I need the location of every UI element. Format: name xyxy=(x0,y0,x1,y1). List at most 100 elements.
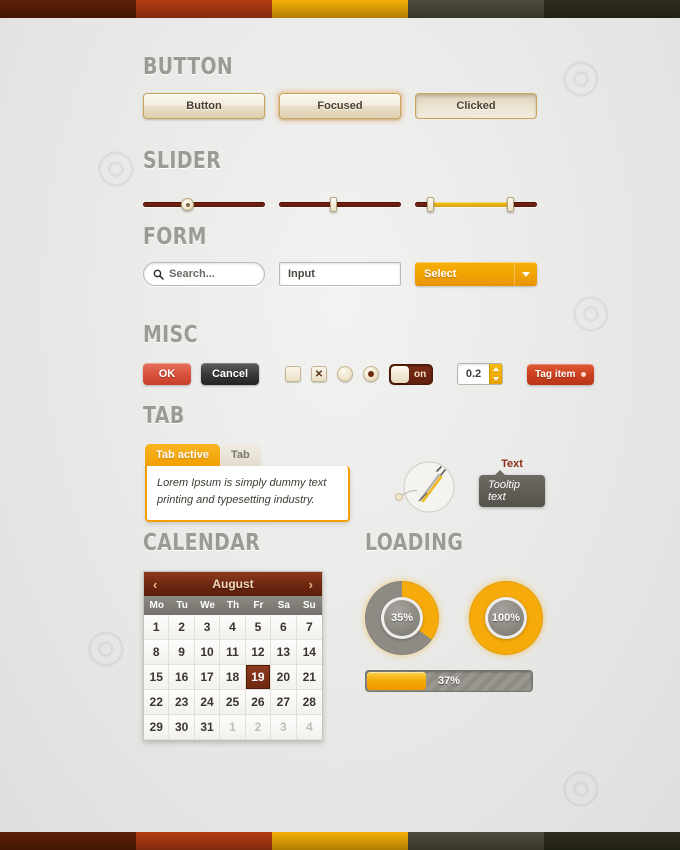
calendar-day[interactable]: 23 xyxy=(169,690,195,715)
calendar-day[interactable]: 21 xyxy=(296,665,322,690)
tab-body-line-2: printing and typesetting industry. xyxy=(157,494,315,507)
loading-rings: 35% 100% xyxy=(365,581,543,655)
calendar-day[interactable]: 14 xyxy=(296,640,322,665)
calendar-weekday: We xyxy=(200,600,215,611)
tools-illustration xyxy=(395,455,457,520)
calendar-day[interactable]: 12 xyxy=(245,640,272,665)
slider-handle-start[interactable] xyxy=(427,197,435,212)
button-clicked[interactable]: Clicked xyxy=(415,93,537,119)
palette-swatch xyxy=(408,832,544,850)
calendar-day[interactable]: 4 xyxy=(296,715,322,740)
calendar-next-icon[interactable]: › xyxy=(309,577,313,592)
calendar-day[interactable]: 3 xyxy=(194,615,221,640)
checkbox-checked[interactable]: ✕ xyxy=(311,366,327,382)
calendar-day[interactable]: 18 xyxy=(220,665,246,690)
calendar-day[interactable]: 26 xyxy=(245,690,272,715)
select-dropdown[interactable]: Select xyxy=(415,262,537,286)
slider-handle[interactable] xyxy=(180,198,194,211)
palette-swatch xyxy=(272,0,408,18)
calendar-day[interactable]: 17 xyxy=(194,665,221,690)
ok-button[interactable]: OK xyxy=(143,363,191,385)
calendar-day[interactable]: 16 xyxy=(169,665,195,690)
slider-single-square[interactable] xyxy=(279,197,401,212)
ring-label: 100% xyxy=(485,597,527,639)
calendar-day[interactable]: 28 xyxy=(296,690,322,715)
section-heading-form: FORM xyxy=(143,224,207,250)
calendar-day[interactable]: 10 xyxy=(194,640,221,665)
radio-dot xyxy=(368,371,374,377)
button-normal[interactable]: Button xyxy=(143,93,265,119)
calendar-day[interactable]: 5 xyxy=(245,615,272,640)
progress-bar: 37% xyxy=(365,670,533,692)
calendar-month-label: August xyxy=(212,577,254,591)
tooltip: Tooltip text xyxy=(479,470,545,507)
tag-item[interactable]: Tag item xyxy=(527,363,595,385)
calendar-day[interactable]: 24 xyxy=(194,690,221,715)
calendar-day[interactable]: 11 xyxy=(220,640,246,665)
calendar-day[interactable]: 1 xyxy=(144,615,170,640)
section-heading-calendar: CALENDAR xyxy=(143,530,261,556)
calendar-day[interactable]: 22 xyxy=(144,690,170,715)
calendar-weekday-row: Mo Tu We Th Fr Sa Su xyxy=(144,596,322,615)
calendar-weekday: Su xyxy=(302,600,316,611)
calendar-day[interactable]: 13 xyxy=(271,640,297,665)
number-stepper[interactable]: 0.2 xyxy=(457,363,503,385)
close-icon[interactable] xyxy=(581,371,587,377)
search-input[interactable]: Search... xyxy=(143,262,265,286)
progress-bar-fill xyxy=(367,672,427,690)
slider-handle[interactable] xyxy=(330,197,338,212)
calendar-day[interactable]: 1 xyxy=(220,715,246,740)
calendar-prev-icon[interactable]: ‹ xyxy=(153,577,157,592)
calendar-day[interactable]: 4 xyxy=(220,615,246,640)
tab-active[interactable]: Tab active xyxy=(145,444,220,466)
section-heading-button: BUTTON xyxy=(143,54,234,80)
slider-single-round[interactable] xyxy=(143,198,265,211)
calendar-day[interactable]: 30 xyxy=(169,715,195,740)
select-arrow-box[interactable] xyxy=(514,262,537,286)
cancel-button[interactable]: Cancel xyxy=(201,363,259,385)
slider-range[interactable] xyxy=(415,197,537,212)
calendar-day[interactable]: 25 xyxy=(220,690,246,715)
calendar-day[interactable]: 29 xyxy=(144,715,170,740)
calendar-day[interactable]: 31 xyxy=(194,715,221,740)
section-heading-tab: TAB xyxy=(143,403,185,429)
section-heading-loading: LOADING xyxy=(365,530,464,556)
calendar-day[interactable]: 6 xyxy=(271,615,297,640)
tab-inactive[interactable]: Tab xyxy=(220,444,261,466)
calendar-day[interactable]: 20 xyxy=(271,665,297,690)
toggle-label: on xyxy=(414,368,427,380)
stepper-value[interactable]: 0.2 xyxy=(458,368,489,380)
calendar-day[interactable]: 8 xyxy=(144,640,170,665)
slider-track[interactable] xyxy=(279,202,401,207)
chevron-down-icon[interactable] xyxy=(493,377,499,381)
toggle-switch-on[interactable]: on xyxy=(389,363,433,385)
calendar-day[interactable]: 15 xyxy=(144,665,170,690)
calendar-widget: ‹ August › Mo Tu We Th Fr Sa Su 1 2 3 4 5 6 7 8 9 10 11 1… xyxy=(143,571,323,741)
chevron-down-icon xyxy=(522,271,530,277)
tab-panel: Lorem Ipsum is simply dummy text printin… xyxy=(145,466,350,523)
color-palette-bottom xyxy=(0,832,680,850)
text-input[interactable]: Input xyxy=(279,262,401,286)
watermark: ◎ xyxy=(89,134,141,196)
chevron-up-icon[interactable] xyxy=(493,367,499,371)
ui-kit-page: ◎ ◎ ◎ ◎ ◎ BUTTON Button Focused Clicked … xyxy=(0,18,680,832)
checkbox-unchecked[interactable] xyxy=(285,366,301,382)
button-focused[interactable]: Focused xyxy=(279,93,401,119)
slider-handle-end[interactable] xyxy=(506,197,514,212)
calendar-day[interactable]: 2 xyxy=(169,615,195,640)
calendar-day[interactable]: 27 xyxy=(271,690,297,715)
calendar-day[interactable]: 9 xyxy=(169,640,195,665)
calendar-day[interactable]: 3 xyxy=(271,715,297,740)
palette-swatch xyxy=(544,0,680,18)
calendar-weekday: Mo xyxy=(149,600,164,611)
search-placeholder: Search... xyxy=(169,268,215,280)
slider-track[interactable] xyxy=(143,202,265,207)
palette-swatch xyxy=(136,0,272,18)
palette-swatch xyxy=(272,832,408,850)
stepper-arrows[interactable] xyxy=(489,364,502,384)
calendar-day[interactable]: 2 xyxy=(245,715,272,740)
radio-checked[interactable] xyxy=(363,366,379,382)
calendar-day-selected[interactable]: 19 xyxy=(245,665,272,690)
calendar-day[interactable]: 7 xyxy=(296,615,322,640)
radio-unchecked[interactable] xyxy=(337,366,353,382)
